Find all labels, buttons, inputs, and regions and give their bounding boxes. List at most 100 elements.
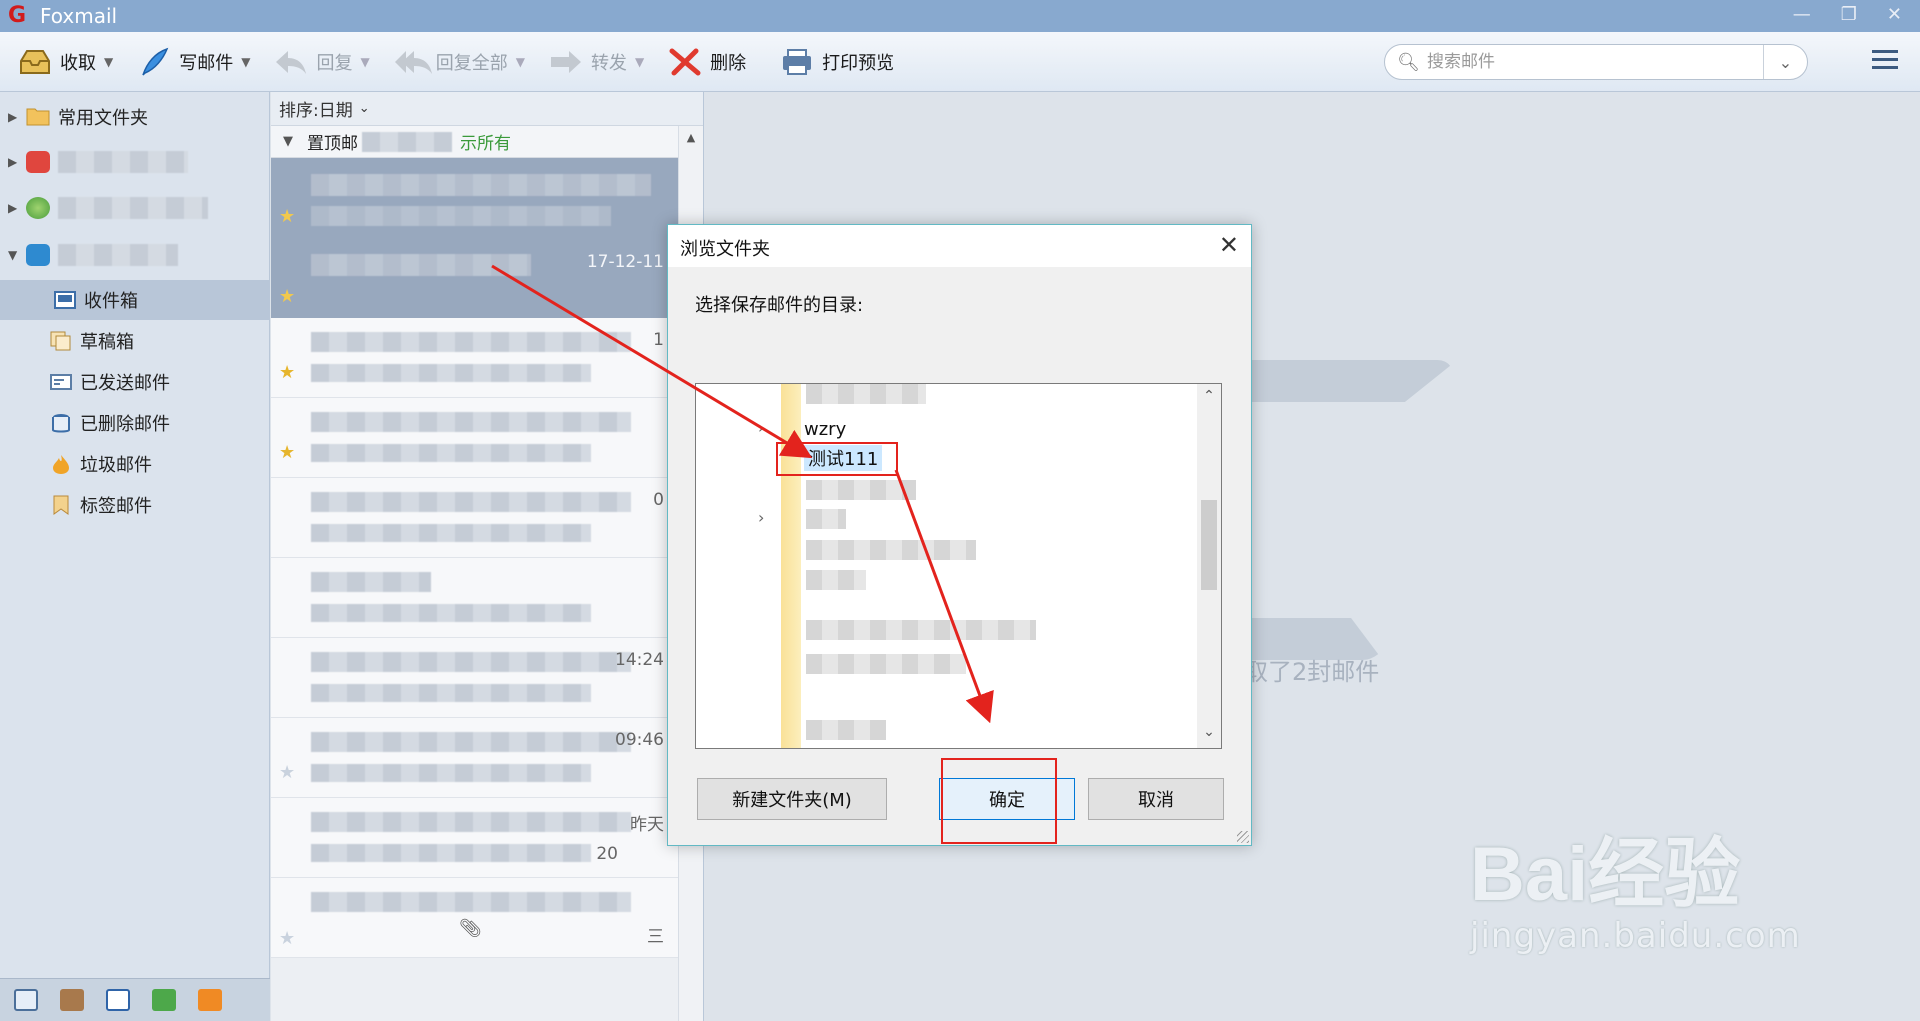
- app-title: Foxmail: [40, 4, 118, 28]
- sidebar-item-common-folders[interactable]: ▶ 常用文件夹: [0, 97, 270, 137]
- mail-item[interactable]: ★: [271, 398, 678, 478]
- minimize-icon[interactable]: —: [1793, 4, 1811, 25]
- tag-bookmark-icon: [50, 495, 72, 515]
- receive-label: 收取: [60, 52, 96, 74]
- main-menu-icon[interactable]: [1872, 50, 1898, 72]
- redacted-account-name: [58, 151, 188, 173]
- show-all-link[interactable]: 示所有: [460, 129, 511, 154]
- sidebar-item-label: 常用文件夹: [58, 108, 148, 129]
- foxmail-logo-icon: G: [8, 3, 27, 28]
- mail-item[interactable]: 📎︎ 三 ★: [271, 878, 678, 958]
- mail-item[interactable]: 14:24: [271, 638, 678, 718]
- module-switcher: [0, 978, 270, 1021]
- redacted-mail-preview: [311, 444, 591, 462]
- star-icon[interactable]: ★: [279, 928, 295, 949]
- mail-item[interactable]: 1 ★: [271, 318, 678, 398]
- inbox-icon: [54, 290, 76, 310]
- forward-button[interactable]: 转发 ▼: [539, 40, 654, 84]
- mail-module-icon[interactable]: [14, 989, 38, 1011]
- mail-item[interactable]: [271, 558, 678, 638]
- folder-tree-scrollbar[interactable]: ⌃ ⌄: [1197, 384, 1221, 748]
- redacted-text: [362, 131, 452, 152]
- sidebar-account-3[interactable]: ▼: [0, 235, 270, 275]
- mail-item[interactable]: 0: [271, 478, 678, 558]
- folder-item-wzry[interactable]: wzry: [804, 419, 846, 440]
- mail-item-selected-2[interactable]: 17-12-11 ★: [271, 238, 678, 318]
- chevron-down-icon[interactable]: ▼: [104, 55, 113, 69]
- star-icon[interactable]: ★: [279, 362, 295, 383]
- sidebar-item-tagged[interactable]: 标签邮件: [0, 485, 270, 525]
- chevron-down-icon[interactable]: ▼: [360, 55, 369, 69]
- new-folder-button[interactable]: 新建文件夹(M): [697, 778, 887, 820]
- expand-arrow-icon[interactable]: ▶: [8, 201, 22, 215]
- star-icon[interactable]: ★: [279, 286, 295, 307]
- mail-item[interactable]: 昨天 20: [271, 798, 678, 878]
- folder-tree[interactable]: › wzry 测试111 › ⌃ ⌄: [695, 383, 1222, 749]
- sidebar-item-inbox[interactable]: 收件箱: [0, 280, 270, 320]
- collapse-arrow-icon[interactable]: ▼: [8, 248, 22, 262]
- cancel-button[interactable]: 取消: [1088, 778, 1224, 820]
- chevron-down-icon[interactable]: ▼: [516, 55, 525, 69]
- chevron-down-icon[interactable]: ⌄: [359, 101, 370, 116]
- sidebar-item-drafts[interactable]: 草稿箱: [0, 321, 270, 361]
- reply-all-button[interactable]: 回复全部 ▼: [384, 40, 535, 84]
- scroll-up-icon[interactable]: ▲: [679, 126, 703, 148]
- calendar-module-icon[interactable]: [106, 989, 130, 1011]
- mail-item-selected-1[interactable]: ★: [271, 158, 678, 238]
- resize-grip-icon[interactable]: [1237, 831, 1249, 843]
- pinned-group-header[interactable]: ▼ 置顶邮 示所有: [271, 126, 703, 158]
- redacted-folder: [806, 509, 846, 529]
- redacted-mail-subject: [311, 812, 631, 832]
- sidebar-item-deleted[interactable]: 已删除邮件: [0, 403, 270, 443]
- folder-sidebar: ▶ 常用文件夹 ▶ ▶ ▼ 收件箱 草稿箱 已发送邮件 已删除邮件 垃圾邮件 标…: [0, 92, 270, 1021]
- redacted-folder: [806, 384, 926, 404]
- sidebar-item-label: 已删除邮件: [80, 414, 170, 435]
- print-preview-button[interactable]: 打印预览: [770, 40, 904, 84]
- sidebar-account-2[interactable]: ▶: [0, 188, 270, 228]
- sent-mail-icon: [50, 372, 72, 392]
- mail-item[interactable]: 09:46 ★: [271, 718, 678, 798]
- rss-module-icon[interactable]: [198, 989, 222, 1011]
- chevron-down-icon[interactable]: ▼: [241, 55, 250, 69]
- folder-icon-column: [781, 384, 801, 748]
- scroll-up-icon[interactable]: ⌃: [1197, 388, 1221, 404]
- baidu-jingyan-watermark: Bai经验 jingyan.baidu.com: [1470, 812, 1801, 956]
- expand-arrow-icon[interactable]: ▶: [8, 110, 22, 124]
- expand-arrow-icon[interactable]: ›: [758, 418, 764, 437]
- star-icon[interactable]: ★: [279, 206, 295, 227]
- search-input[interactable]: [1427, 52, 1757, 72]
- folder-icon: [26, 106, 50, 128]
- printer-icon: [780, 47, 814, 77]
- receive-button[interactable]: 收取 ▼: [8, 40, 123, 84]
- contacts-module-icon[interactable]: [60, 989, 84, 1011]
- sidebar-account-1[interactable]: ▶: [0, 142, 270, 182]
- expand-arrow-icon[interactable]: ›: [758, 508, 764, 527]
- feather-pen-icon: [137, 47, 171, 77]
- account-foxmail-icon: [26, 244, 50, 266]
- sidebar-item-sent[interactable]: 已发送邮件: [0, 362, 270, 402]
- sort-bar[interactable]: 排序:日期 ⌄: [271, 92, 703, 126]
- star-icon[interactable]: ★: [279, 762, 295, 783]
- compose-button[interactable]: 写邮件 ▼: [127, 40, 260, 84]
- dialog-close-icon[interactable]: ✕: [1219, 231, 1239, 259]
- close-window-icon[interactable]: ✕: [1887, 4, 1902, 25]
- compose-label: 写邮件: [179, 52, 234, 74]
- watermark-brand: Bai经验: [1470, 832, 1741, 917]
- scrollbar-thumb[interactable]: [1201, 500, 1217, 590]
- reply-button[interactable]: 回复 ▼: [264, 40, 379, 84]
- mail-timestamp: 0: [653, 490, 664, 510]
- redacted-folder: [806, 720, 886, 740]
- chevron-down-icon[interactable]: ▼: [635, 55, 644, 69]
- notes-module-icon[interactable]: [152, 989, 176, 1011]
- scroll-down-icon[interactable]: ⌄: [1197, 724, 1221, 740]
- sidebar-item-spam[interactable]: 垃圾邮件: [0, 444, 270, 484]
- mail-timestamp: 17-12-11: [586, 252, 664, 272]
- delete-button[interactable]: 删除: [658, 40, 756, 84]
- restore-icon[interactable]: ❐: [1841, 4, 1857, 25]
- collapse-arrow-icon[interactable]: ▼: [283, 134, 293, 149]
- expand-arrow-icon[interactable]: ▶: [8, 155, 22, 169]
- search-dropdown-icon[interactable]: ⌄: [1763, 45, 1807, 79]
- annotation-box-ok: [941, 758, 1057, 844]
- star-icon[interactable]: ★: [279, 442, 295, 463]
- account-globe-icon: [26, 197, 50, 219]
